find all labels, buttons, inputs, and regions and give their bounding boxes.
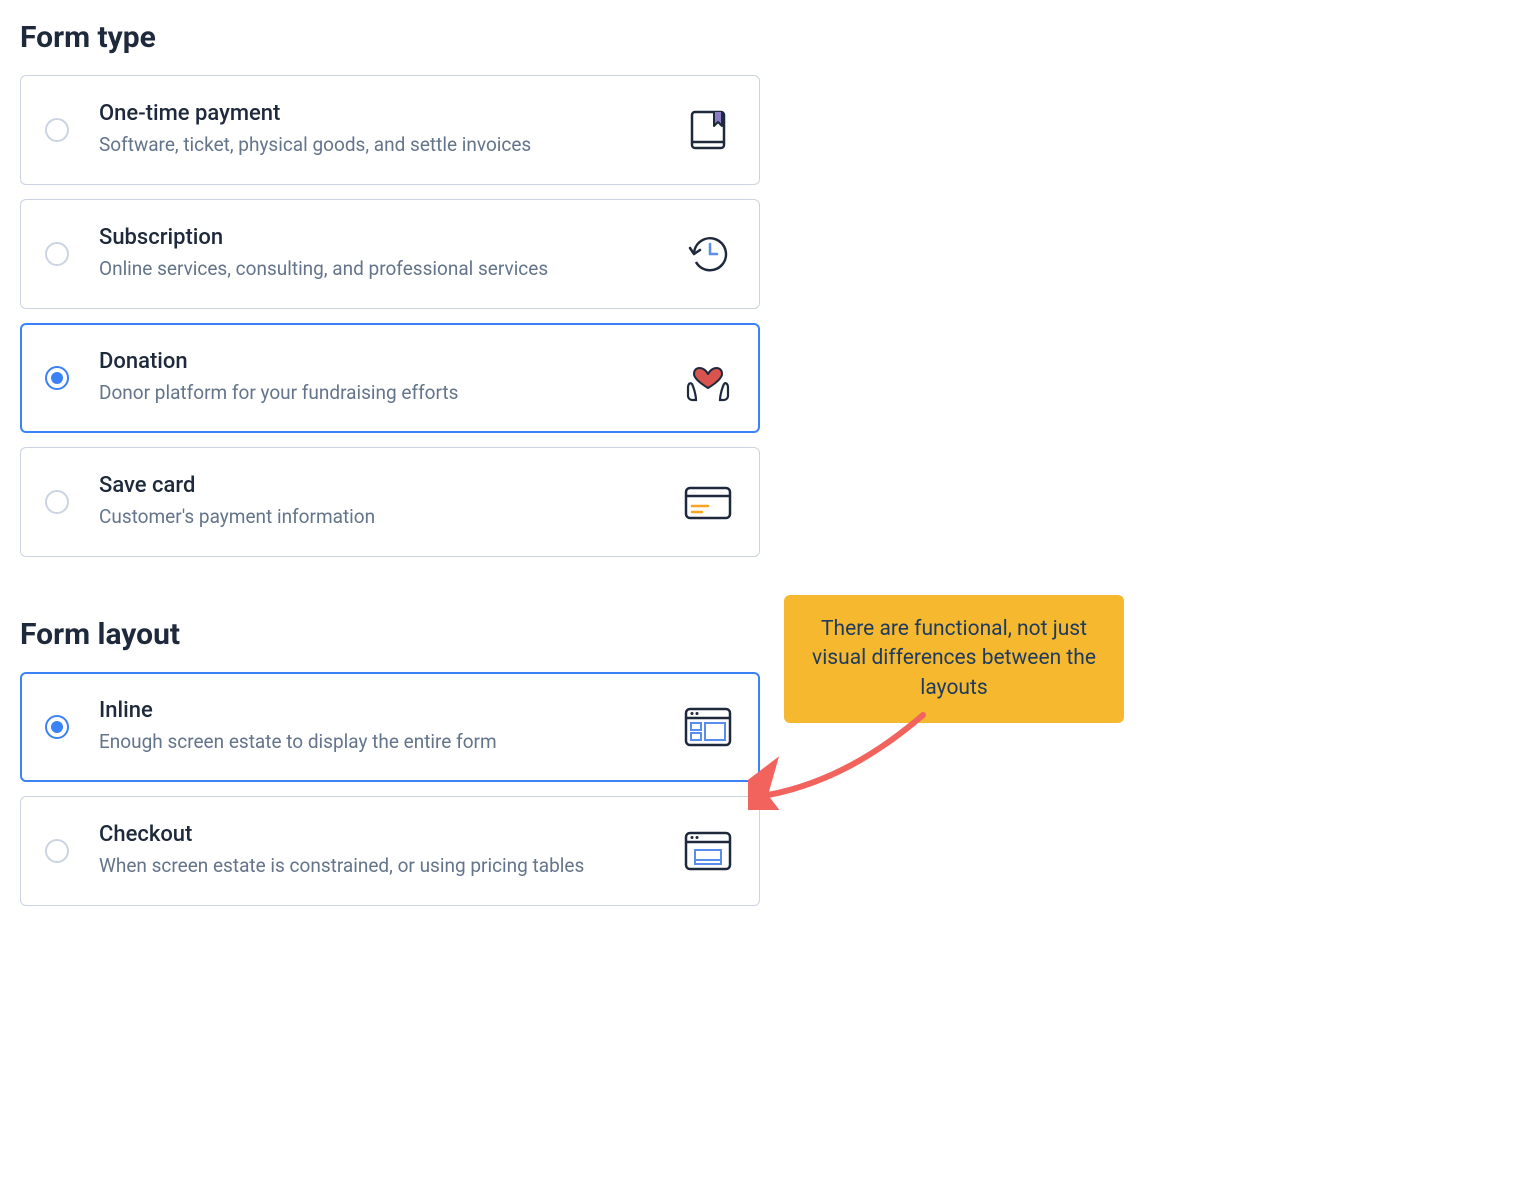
book-icon (681, 103, 735, 157)
option-checkout[interactable]: Checkout When screen estate is constrain… (20, 796, 760, 906)
layout-inline-icon (681, 700, 735, 754)
radio-one-time-payment[interactable] (45, 118, 69, 142)
option-inline[interactable]: Inline Enough screen estate to display t… (20, 672, 760, 782)
radio-donation[interactable] (45, 366, 69, 390)
radio-save-card[interactable] (45, 490, 69, 514)
option-description: Software, ticket, physical goods, and se… (99, 132, 681, 159)
radio-checkout[interactable] (45, 839, 69, 863)
option-description: When screen estate is constrained, or us… (99, 853, 681, 880)
option-donation[interactable]: Donation Donor platform for your fundrai… (20, 323, 760, 433)
form-type-heading: Form type (20, 20, 760, 55)
option-description: Donor platform for your fundraising effo… (99, 380, 681, 407)
option-description: Enough screen estate to display the enti… (99, 729, 681, 756)
form-layout-heading: Form layout (20, 617, 760, 652)
credit-card-icon (681, 475, 735, 529)
option-title: Donation (99, 349, 681, 374)
option-title: Subscription (99, 225, 681, 250)
option-save-card[interactable]: Save card Customer's payment information (20, 447, 760, 557)
option-title: Inline (99, 698, 681, 723)
option-title: Save card (99, 473, 681, 498)
radio-subscription[interactable] (45, 242, 69, 266)
option-description: Customer's payment information (99, 504, 681, 531)
option-subscription[interactable]: Subscription Online services, consulting… (20, 199, 760, 309)
annotation-callout: There are functional, not just visual di… (784, 595, 1124, 723)
clock-history-icon (681, 227, 735, 281)
option-one-time-payment[interactable]: One-time payment Software, ticket, physi… (20, 75, 760, 185)
option-title: Checkout (99, 822, 681, 847)
layout-checkout-icon (681, 824, 735, 878)
option-description: Online services, consulting, and profess… (99, 256, 681, 283)
option-title: One-time payment (99, 101, 681, 126)
radio-inline[interactable] (45, 715, 69, 739)
heart-hands-icon (681, 351, 735, 405)
